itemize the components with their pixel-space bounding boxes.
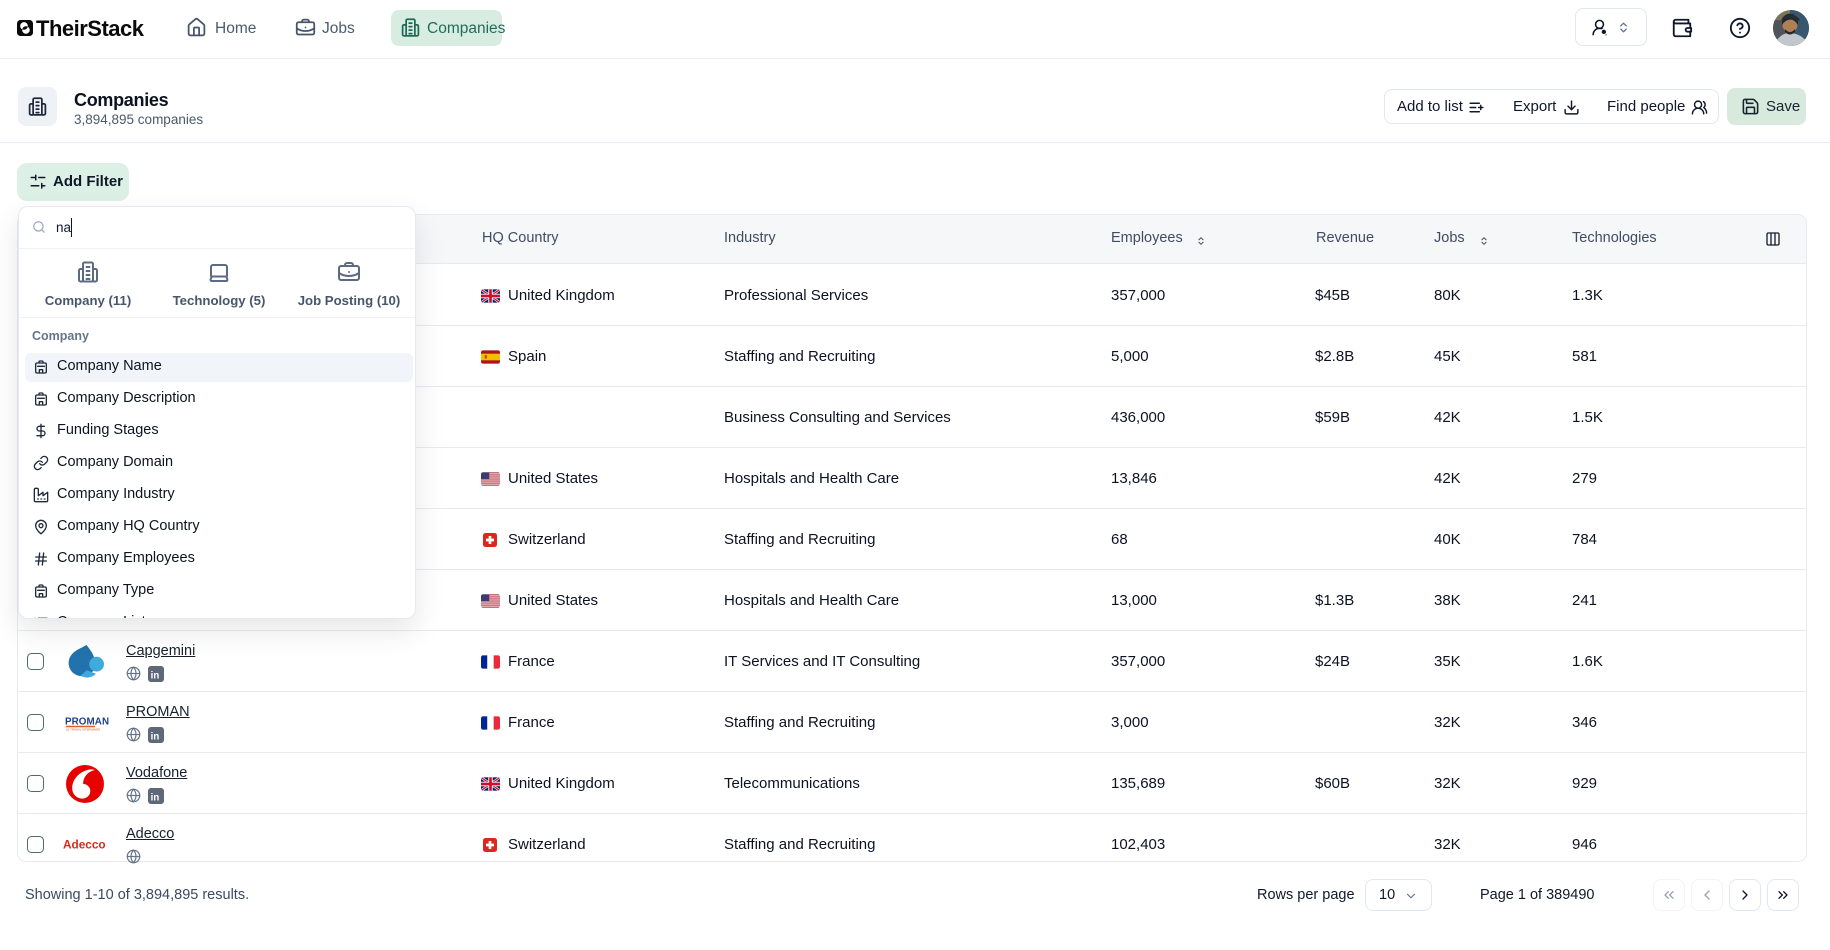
svg-text:in: in: [151, 670, 160, 681]
svg-text:in: in: [151, 731, 160, 742]
svg-text:Adecco: Adecco: [63, 838, 106, 851]
svg-text:LE TRAVAIL INTERIMAIRE: LE TRAVAIL INTERIMAIRE: [66, 727, 100, 731]
svg-text:in: in: [151, 792, 160, 803]
